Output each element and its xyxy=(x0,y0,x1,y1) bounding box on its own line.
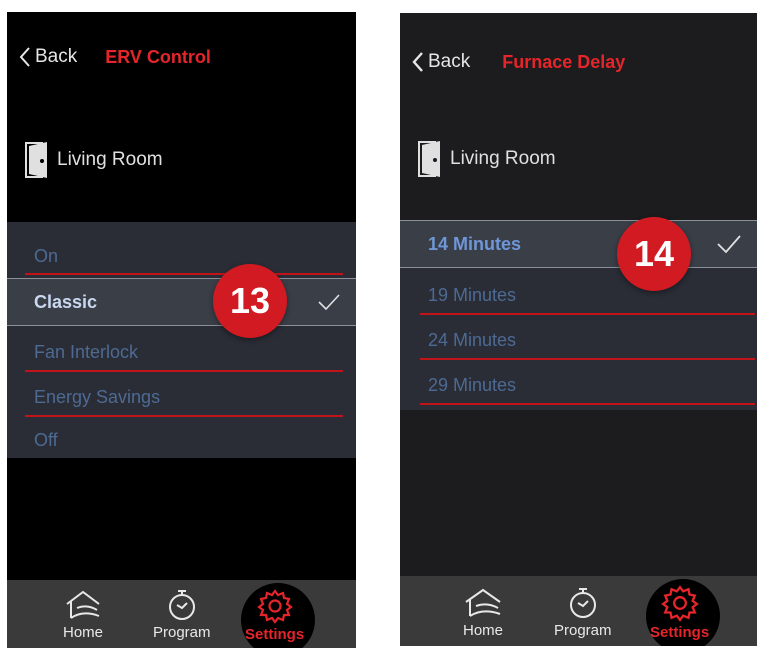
tab-settings[interactable]: Settings xyxy=(650,584,709,641)
option-off[interactable]: Off xyxy=(7,420,356,460)
step-badge: 13 xyxy=(213,264,287,338)
checkmark-icon xyxy=(318,294,340,310)
gear-icon xyxy=(660,585,699,622)
tab-home[interactable]: Home xyxy=(462,586,504,639)
option-19-minutes[interactable]: 19 Minutes xyxy=(400,275,757,315)
page-title: ERV Control xyxy=(105,46,211,67)
tab-bar: Home Program Settings xyxy=(7,580,356,648)
divider xyxy=(420,313,755,315)
room-selector[interactable]: Living Room xyxy=(418,141,556,177)
tab-bar: Home Program Settings xyxy=(400,576,757,646)
option-29-minutes[interactable]: 29 Minutes xyxy=(400,365,757,405)
option-on[interactable]: On xyxy=(7,236,356,276)
stopwatch-icon xyxy=(168,590,195,620)
home-icon xyxy=(465,588,501,617)
tab-settings[interactable]: Settings xyxy=(245,588,304,643)
tab-home[interactable]: Home xyxy=(63,588,103,641)
chevron-left-icon xyxy=(19,47,30,67)
room-label: Living Room xyxy=(450,148,556,169)
page-title: Furnace Delay xyxy=(502,51,626,72)
chevron-left-icon xyxy=(412,52,423,72)
header: Back ERV Control xyxy=(7,46,356,68)
divider xyxy=(420,403,755,405)
room-selector[interactable]: Living Room xyxy=(25,142,163,178)
door-icon xyxy=(418,141,440,177)
divider xyxy=(25,415,343,417)
header: Back Furnace Delay xyxy=(400,51,757,73)
stopwatch-icon xyxy=(569,588,596,618)
option-fan-interlock[interactable]: Fan Interlock xyxy=(7,332,356,372)
home-icon xyxy=(66,590,100,619)
divider xyxy=(420,358,755,360)
tab-program[interactable]: Program xyxy=(153,588,211,641)
back-button[interactable]: Back xyxy=(412,51,470,73)
room-label: Living Room xyxy=(57,149,163,170)
option-14-minutes[interactable]: 14 Minutes xyxy=(400,220,757,268)
back-label: Back xyxy=(428,51,471,72)
step-badge: 14 xyxy=(617,217,691,291)
back-label: Back xyxy=(35,46,78,67)
option-classic[interactable]: Classic xyxy=(7,278,356,326)
furnace-delay-list: 14 Minutes 19 Minutes 24 Minutes 29 Minu… xyxy=(400,220,757,410)
erv-mode-list: On Classic Fan Interlock Energy Savings … xyxy=(7,222,356,458)
option-24-minutes[interactable]: 24 Minutes xyxy=(400,320,757,360)
door-icon xyxy=(25,142,47,178)
tab-program[interactable]: Program xyxy=(554,586,612,639)
option-energy-savings[interactable]: Energy Savings xyxy=(7,377,356,417)
furnace-delay-screen: Back Furnace Delay Living Room 14 Minute… xyxy=(400,13,757,646)
back-button[interactable]: Back xyxy=(19,46,77,68)
erv-control-screen: Back ERV Control Living Room On Classic … xyxy=(7,12,356,648)
divider xyxy=(25,370,343,372)
divider xyxy=(25,273,343,275)
gear-icon xyxy=(256,589,293,624)
checkmark-icon xyxy=(717,235,741,253)
